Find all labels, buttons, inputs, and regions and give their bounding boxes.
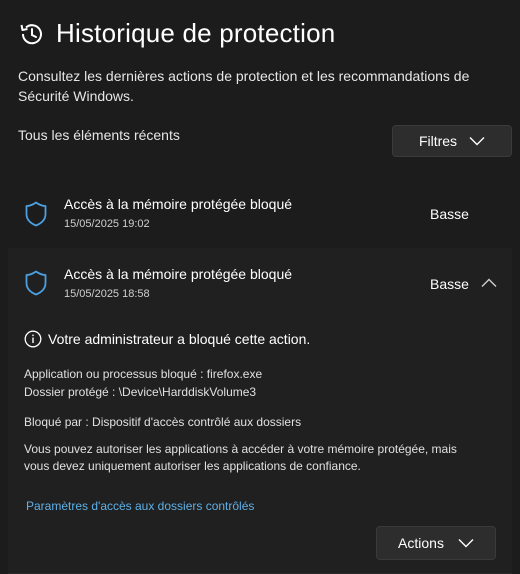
blocked-app-line: Application ou processus bloqué : firefo… xyxy=(24,367,263,381)
page-title: Historique de protection xyxy=(56,18,336,48)
history-item-expanded: Accès à la mémoire protégée bloqué 15/05… xyxy=(8,248,512,574)
note-line-1: Vous pouvez autoriser les applications à… xyxy=(24,442,457,456)
info-icon xyxy=(24,330,42,348)
history-icon xyxy=(20,23,42,44)
filters-label: Filtres xyxy=(418,133,458,149)
severity-label: Basse xyxy=(430,206,469,222)
admin-info: Votre administrateur a bloqué cette acti… xyxy=(24,330,310,348)
shield-icon xyxy=(25,201,47,227)
recent-items-label: Tous les éléments récents xyxy=(18,127,180,143)
chevron-down-icon xyxy=(469,137,485,146)
actions-label: Actions xyxy=(398,535,444,551)
controlled-folder-settings-link[interactable]: Paramètres d'accès aux dossiers contrôlé… xyxy=(26,499,254,513)
item-date: 15/05/2025 19:02 xyxy=(64,218,150,230)
protected-folder-line: Dossier protégé : \Device\HarddiskVolume… xyxy=(24,385,257,399)
page-description: Consultez les dernières actions de prote… xyxy=(18,68,470,104)
chevron-up-icon[interactable] xyxy=(481,278,497,288)
history-item[interactable]: Accès à la mémoire protégée bloqué 15/05… xyxy=(8,180,512,246)
blocked-by-line: Bloqué par : Dispositif d'accès contrôlé… xyxy=(24,415,302,429)
severity-label: Basse xyxy=(430,276,469,292)
item-date: 15/05/2025 18:58 xyxy=(64,288,150,300)
page-header: Historique de protection xyxy=(18,18,335,49)
admin-info-text: Votre administrateur a bloqué cette acti… xyxy=(48,331,311,347)
note-line-2: vous devez uniquement autoriser les appl… xyxy=(24,459,361,473)
item-title: Accès à la mémoire protégée bloqué xyxy=(64,196,293,212)
actions-button[interactable]: Actions xyxy=(376,526,496,560)
filters-button[interactable]: Filtres xyxy=(392,125,512,157)
shield-icon xyxy=(25,270,47,296)
item-title: Accès à la mémoire protégée bloqué xyxy=(64,266,293,282)
chevron-down-icon xyxy=(458,539,474,548)
